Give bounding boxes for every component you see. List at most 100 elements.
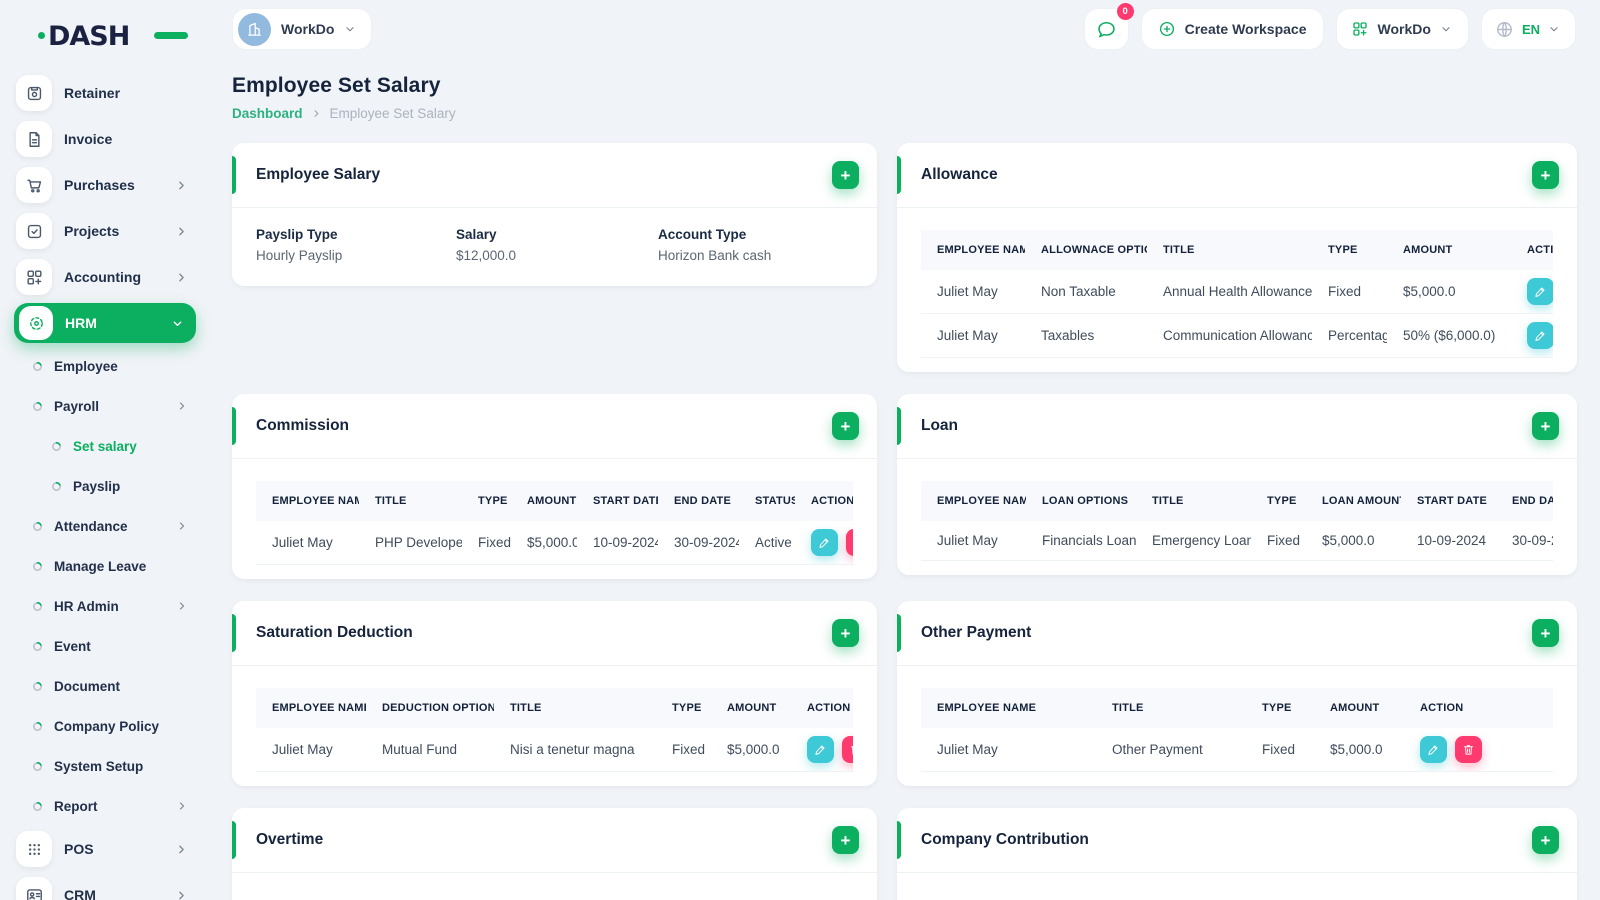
field-value: $12,000.0 [456, 248, 517, 263]
table-header-row: EMPLOYEE NAME TITLE TYPE AMOUNT START DA… [256, 481, 853, 521]
breadcrumb-dashboard-link[interactable]: Dashboard [232, 106, 303, 121]
sidebar-item-pos[interactable]: POS [14, 826, 196, 872]
delete-button[interactable] [842, 736, 853, 763]
column-header: START DATE [577, 481, 658, 521]
submenu-bullet-icon [32, 561, 43, 572]
messages-button[interactable]: 0 [1083, 3, 1134, 50]
add-allowance-button[interactable]: + [1532, 161, 1559, 189]
create-workspace-button[interactable]: Create Workspace [1140, 8, 1324, 50]
add-commission-button[interactable]: + [832, 412, 859, 440]
app-logo[interactable]: DASH [38, 16, 188, 56]
column-header: EMPLOYEE NAME [256, 481, 359, 521]
add-saturation-deduction-button[interactable]: + [832, 619, 859, 647]
add-company-contribution-button[interactable]: + [1532, 826, 1559, 854]
cell-title: Communication Allowance [1147, 313, 1312, 358]
chevron-right-icon [175, 225, 188, 238]
cell-amount: $5,000.0 [711, 728, 791, 772]
workspace-switcher[interactable]: WorkDo [232, 8, 373, 50]
create-workspace-label: Create Workspace [1184, 21, 1307, 37]
pos-icon [16, 831, 52, 867]
column-header: END DATE [658, 481, 739, 521]
card-header: Commission + [232, 394, 877, 459]
cell-loan-options: Financials Loan [1026, 521, 1136, 561]
card-title: Commission [256, 417, 350, 434]
field-account-type: Account Type Horizon Bank cash [658, 227, 853, 263]
sidebar-item-system-setup[interactable]: System Setup [14, 746, 196, 786]
globe-icon [1495, 20, 1514, 39]
pencil-icon [1534, 329, 1547, 342]
workspace-menu-label: WorkDo [1377, 21, 1431, 37]
column-header: ALLOWNACE OPTION [1025, 230, 1147, 270]
column-header: EMPLOYEE NAME [921, 230, 1025, 270]
edit-button[interactable] [1527, 322, 1553, 349]
sidebar-item-document[interactable]: Document [14, 666, 196, 706]
sidebar-item-crm[interactable]: CRM [14, 872, 196, 900]
cell-actions [795, 521, 853, 565]
sidebar-item-projects[interactable]: Projects [14, 208, 196, 254]
submenu-bullet-icon [32, 401, 43, 412]
column-header: END DATE [1496, 481, 1553, 521]
chevron-right-icon [176, 520, 188, 532]
sidebar-item-event[interactable]: Event [14, 626, 196, 666]
chevron-right-icon [175, 843, 188, 856]
column-header: TYPE [1312, 230, 1387, 270]
chevron-down-icon [1440, 23, 1452, 35]
submenu-bullet-icon [32, 641, 43, 652]
sidebar-item-hrm[interactable]: HRM [14, 303, 196, 343]
field-payslip-type: Payslip Type Hourly Payslip [256, 227, 456, 263]
sidebar-item-label: Company Policy [54, 718, 160, 734]
sidebar-item-label: Invoice [64, 131, 113, 147]
commission-table-wrap: EMPLOYEE NAME TITLE TYPE AMOUNT START DA… [256, 481, 853, 565]
cell-title: Other Payment [1096, 728, 1246, 772]
cell-status: Active [739, 521, 795, 565]
other-payment-table: EMPLOYEE NAME TITLE TYPE AMOUNT ACTION J… [921, 688, 1553, 772]
sidebar-item-payslip[interactable]: Payslip [14, 466, 196, 506]
add-other-payment-button[interactable]: + [1532, 619, 1559, 647]
sidebar-item-retainer[interactable]: Retainer [14, 70, 196, 116]
card-header: Employee Salary + [232, 143, 877, 208]
add-overtime-button[interactable]: + [832, 826, 859, 854]
sidebar-item-hr-admin[interactable]: HR Admin [14, 586, 196, 626]
edit-button[interactable] [811, 529, 838, 556]
card-title: Saturation Deduction [256, 624, 413, 641]
sidebar-item-payroll[interactable]: Payroll [14, 386, 196, 426]
language-switcher[interactable]: EN [1480, 8, 1576, 50]
cell-amount: $5,000.0 [511, 521, 577, 565]
sidebar-item-attendance[interactable]: Attendance [14, 506, 196, 546]
sidebar-item-accounting[interactable]: Accounting [14, 254, 196, 300]
workspace-name: WorkDo [281, 21, 335, 37]
edit-button[interactable] [807, 736, 834, 763]
sidebar-item-manage-leave[interactable]: Manage Leave [14, 546, 196, 586]
page-head: Employee Set Salary Dashboard Employee S… [232, 74, 1600, 121]
sidebar-item-employee[interactable]: Employee [14, 346, 196, 386]
column-header: TYPE [1251, 481, 1306, 521]
loan-table-wrap: EMPLOYEE NAME LOAN OPTIONS TITLE TYPE LO… [921, 481, 1553, 561]
sidebar-item-report[interactable]: Report [14, 786, 196, 826]
card-title: Loan [921, 417, 959, 434]
add-employee-salary-button[interactable]: + [832, 161, 859, 189]
workspace-menu-button[interactable]: WorkDo [1335, 8, 1469, 50]
sidebar-item-invoice[interactable]: Invoice [14, 116, 196, 162]
chevron-right-icon [311, 108, 322, 119]
cell-actions [1511, 270, 1553, 314]
sidebar-item-purchases[interactable]: Purchases [14, 162, 196, 208]
sidebar-item-company-policy[interactable]: Company Policy [14, 706, 196, 746]
topbar: WorkDo 0 Create Workspace WorkDo EN [210, 0, 1600, 50]
delete-button[interactable] [846, 529, 853, 556]
submenu-bullet-icon [32, 721, 43, 732]
table-header-row: EMPLOYEE NAME LOAN OPTIONS TITLE TYPE LO… [921, 481, 1553, 521]
sidebar-item-set-salary[interactable]: Set salary [14, 426, 196, 466]
delete-button[interactable] [1455, 736, 1482, 763]
cell-employee-name: Juliet May [921, 270, 1025, 314]
add-loan-button[interactable]: + [1532, 412, 1559, 440]
building-icon [246, 21, 263, 38]
edit-button[interactable] [1527, 278, 1553, 305]
edit-button[interactable] [1420, 736, 1447, 763]
sidebar-item-label: Report [54, 798, 98, 814]
cell-type: Fixed [1251, 521, 1306, 561]
commission-table: EMPLOYEE NAME TITLE TYPE AMOUNT START DA… [256, 481, 853, 565]
sidebar-item-label: Manage Leave [54, 558, 147, 574]
sidebar-item-label: Accounting [64, 269, 141, 285]
saturation-deduction-table: EMPLOYEE NAME DEDUCTION OPTION TITLE TYP… [256, 688, 853, 772]
chevron-right-icon [176, 600, 188, 612]
